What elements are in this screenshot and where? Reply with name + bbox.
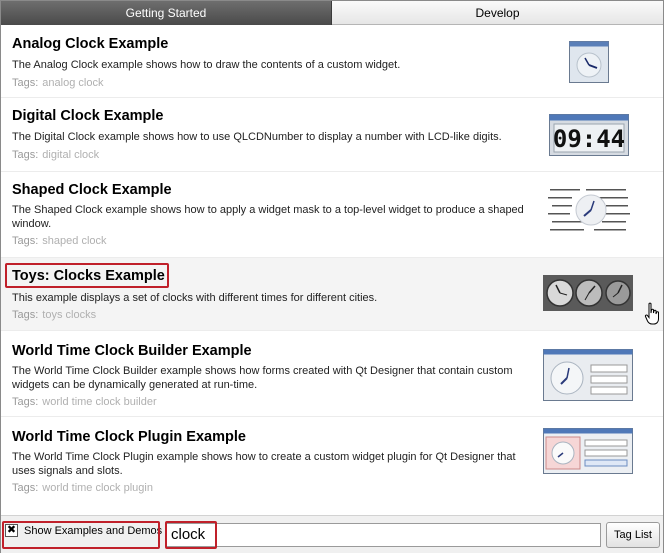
example-title[interactable]: Shaped Clock Example	[12, 182, 172, 198]
example-tags: Tags: world time clock plugin	[12, 482, 153, 494]
examples-list: Analog Clock Example The Analog Clock ex…	[1, 26, 663, 515]
tags-value[interactable]: toys clocks	[42, 309, 96, 321]
list-item[interactable]: World Time Clock Builder Example The Wor…	[1, 331, 663, 417]
tags-value[interactable]: world time clock plugin	[42, 482, 153, 494]
example-tags: Tags: shaped clock	[12, 235, 107, 247]
example-tags: Tags: analog clock	[12, 77, 103, 89]
example-description: The World Time Clock Builder example sho…	[12, 365, 513, 391]
welcome-panel: Getting Started Develop Analog Clock Exa…	[0, 0, 664, 553]
highlight-box	[2, 521, 160, 549]
list-item[interactable]: Shaped Clock Example The Shaped Clock ex…	[1, 172, 663, 258]
shaped-clock-thumbnail	[546, 184, 632, 236]
example-title[interactable]: Analog Clock Example	[12, 36, 168, 52]
tab-bar: Getting Started Develop	[1, 1, 663, 25]
example-title[interactable]: World Time Clock Builder Example	[12, 343, 252, 359]
tags-label: Tags:	[12, 396, 39, 408]
tags-label: Tags:	[12, 77, 39, 89]
world-time-plugin-thumbnail	[543, 428, 633, 474]
list-item[interactable]: Analog Clock Example The Analog Clock ex…	[1, 26, 663, 98]
tags-label: Tags:	[12, 309, 39, 321]
highlight-box	[165, 521, 217, 549]
footer-bar: ✖ Show Examples and Demos clock Tag List	[1, 515, 663, 553]
example-description: This example displays a set of clocks wi…	[12, 292, 378, 304]
digital-clock-thumbnail: 09:44	[549, 114, 629, 156]
list-item[interactable]: World Time Clock Plugin Example The Worl…	[1, 417, 663, 515]
tags-value[interactable]: world time clock builder	[42, 396, 156, 408]
tags-value[interactable]: digital clock	[42, 149, 99, 161]
example-title[interactable]: World Time Clock Plugin Example	[12, 429, 246, 445]
list-item[interactable]: Toys: Clocks Example This example displa…	[1, 258, 663, 331]
example-tags: Tags: world time clock builder	[12, 396, 157, 408]
example-title[interactable]: Digital Clock Example	[12, 108, 164, 124]
tab-develop[interactable]: Develop	[332, 1, 663, 25]
search-input[interactable]: clock	[166, 523, 601, 547]
tab-getting-started[interactable]: Getting Started	[1, 1, 332, 25]
tag-list-button[interactable]: Tag List	[606, 522, 660, 548]
list-item[interactable]: Digital Clock Example The Digital Clock …	[1, 98, 663, 172]
highlight-box	[5, 263, 169, 288]
example-description: The Digital Clock example shows how to u…	[12, 131, 502, 143]
tags-label: Tags:	[12, 482, 39, 494]
analog-clock-thumbnail	[569, 41, 609, 83]
example-tags: Tags: digital clock	[12, 149, 99, 161]
hand-cursor-icon	[644, 302, 659, 325]
example-description: The Shaped Clock example shows how to ap…	[12, 204, 524, 230]
example-description: The World Time Clock Plugin example show…	[12, 451, 516, 477]
lcd-readout: 09:44	[553, 125, 625, 153]
tags-label: Tags:	[12, 235, 39, 247]
tags-value[interactable]: shaped clock	[42, 235, 106, 247]
example-description: The Analog Clock example shows how to dr…	[12, 59, 401, 71]
tags-value[interactable]: analog clock	[42, 77, 103, 89]
world-time-builder-thumbnail	[543, 349, 633, 401]
example-tags: Tags: toys clocks	[12, 309, 96, 321]
toys-clocks-thumbnail	[543, 275, 633, 311]
tags-label: Tags:	[12, 149, 39, 161]
